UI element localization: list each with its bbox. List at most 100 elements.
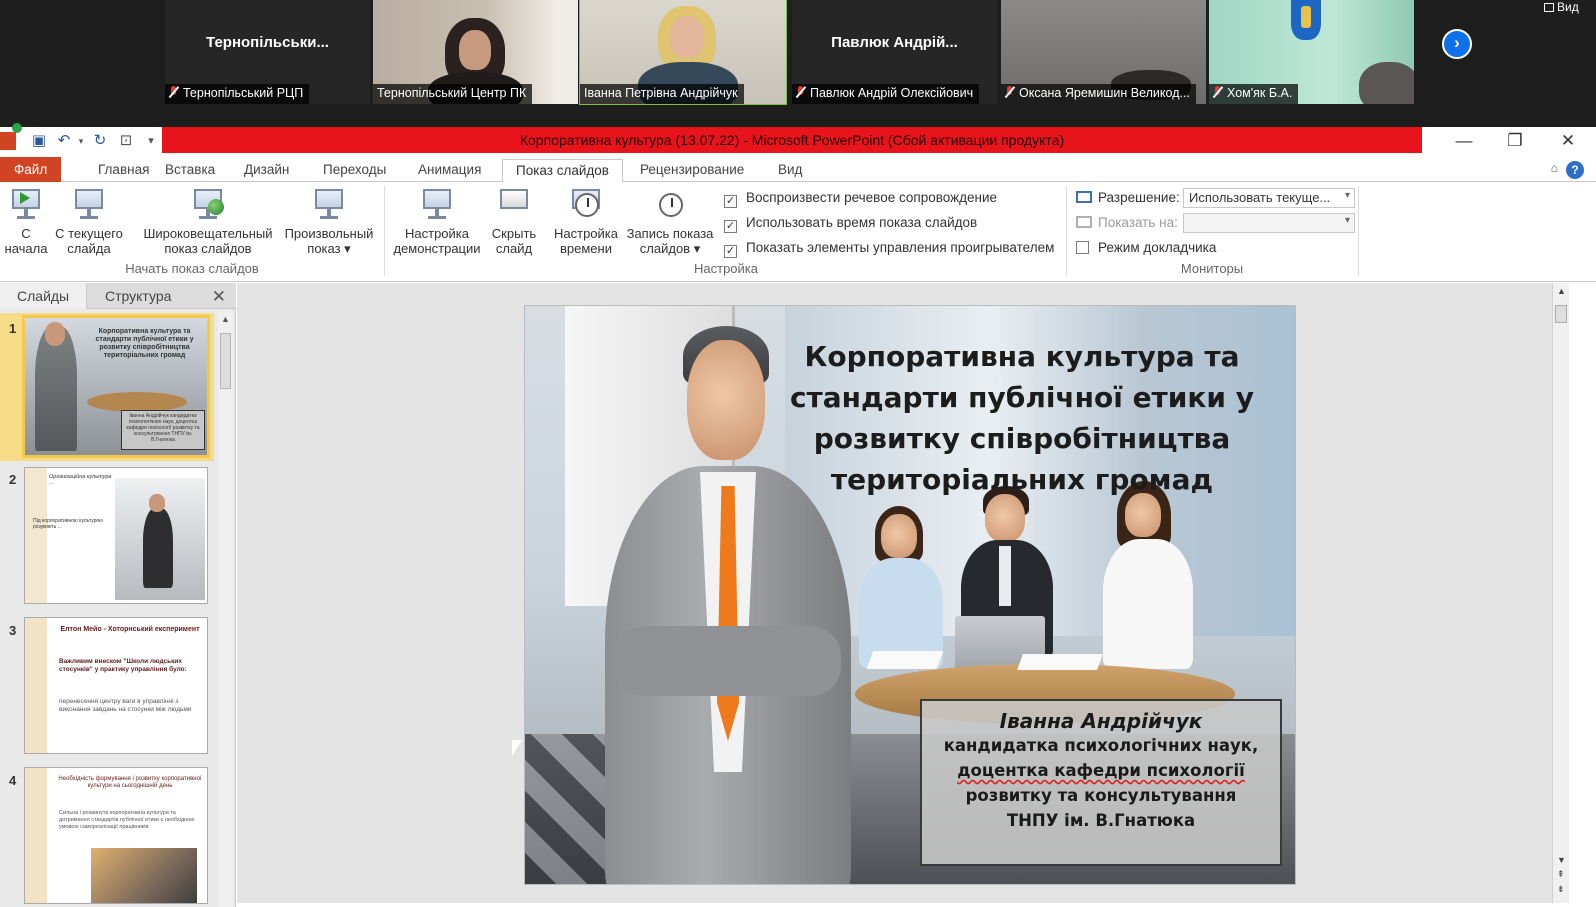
author-line: ТНПУ ім. В.Гнатюка — [1006, 811, 1196, 830]
customize-toolbar-icon[interactable]: ▾ — [142, 132, 160, 150]
show-media-controls-checkbox[interactable]: ✓ Показать элементы управления проигрыват… — [724, 240, 1054, 258]
use-timings-checkbox[interactable]: ✓ Использовать время показа слайдов — [724, 215, 977, 233]
participant-caption: Павлюк Андрій Олексійович — [792, 84, 980, 104]
checkbox-checked-icon: ✓ — [724, 220, 737, 233]
minimize-ribbon-icon[interactable]: ⌂ — [1551, 161, 1558, 175]
show-on-dropdown[interactable] — [1183, 213, 1355, 233]
slide-thumbnail-1[interactable]: Корпоративна культура та стандарти публі… — [22, 315, 210, 458]
thumb-bullet: перенесення центру ваги в управлінні з в… — [59, 698, 192, 713]
thumb-bullet: Важливим внеском "Школи людських стосунк… — [59, 658, 187, 673]
current-slide[interactable]: Корпоративна культура та стандарти публі… — [524, 305, 1296, 885]
tab-review[interactable]: Рецензирование — [627, 159, 757, 182]
slideshow-play-icon — [9, 187, 43, 221]
close-panel-icon[interactable]: ✕ — [212, 287, 226, 307]
tab-slideshow[interactable]: Показ слайдов — [502, 159, 623, 183]
shield-icon — [12, 123, 22, 133]
slide-thumbnail-2[interactable]: Організаційна культура ... Під корпорати… — [24, 467, 208, 604]
participant-tile-active[interactable]: Іванна Петрівна Андрійчук — [579, 0, 787, 105]
slide-thumbnail-4[interactable]: Необхідність формування і розвитку корпо… — [24, 767, 208, 904]
checkbox-checked-icon: ✓ — [724, 195, 737, 208]
group-separator — [1358, 186, 1359, 276]
from-current-slide-button[interactable]: С текущего слайда — [52, 187, 126, 256]
participant-name: Павлюк Андрій... — [831, 34, 958, 51]
slide-vertical-scrollbar[interactable]: ▲ ▼ ⇞ ⇟ — [1552, 283, 1569, 903]
tab-insert[interactable]: Вставка — [152, 159, 228, 182]
scroll-up-icon[interactable]: ▲ — [221, 314, 230, 324]
participant-tile[interactable]: Тернопільськи... Тернопільський РЦП — [165, 0, 370, 104]
participant-tile[interactable]: Тернопільський Центр ПК — [373, 0, 578, 104]
help-icon[interactable]: ? — [1566, 161, 1584, 179]
muted-mic-icon — [169, 86, 178, 98]
slide-number: 1 — [9, 321, 17, 336]
checkbox-unchecked-icon — [1076, 241, 1089, 254]
participant-tile[interactable]: Оксана Яремишин Великод... — [1001, 0, 1206, 104]
group-label-start: Начать показ слайдов — [125, 261, 259, 276]
participant-tile[interactable]: Павлюк Андрій... Павлюк Андрій Олексійов… — [792, 0, 997, 104]
restore-button[interactable]: ❐ — [1495, 129, 1535, 153]
broadcast-slideshow-button[interactable]: Широковещательный показ слайдов — [138, 187, 278, 256]
scroll-down-icon[interactable]: ▼ — [1557, 855, 1566, 865]
participant-caption: Тернопільський РЦП — [165, 84, 310, 104]
play-narrations-checkbox[interactable]: ✓ Воспроизвести речевое сопровождение — [724, 190, 997, 208]
thumb-title: Корпоративна культура та стандарти публі… — [95, 328, 194, 359]
thumbnails-scrollbar[interactable]: ▲ — [218, 311, 233, 907]
muted-mic-icon — [1213, 86, 1222, 98]
thumb-title: Елтон Мейо - Хоторнський експеримент — [60, 626, 200, 633]
window-title: Корпоративна культура (13.07.22) - Micro… — [162, 127, 1422, 153]
resolution-dropdown[interactable]: Использовать текуще... — [1183, 188, 1355, 208]
tab-file[interactable]: Файл — [0, 157, 62, 182]
redo-icon[interactable]: ↻ — [91, 132, 109, 150]
group-separator — [384, 186, 385, 276]
broadcast-globe-icon — [191, 187, 225, 221]
rehearse-timings-icon — [569, 187, 603, 221]
thumb-title: Організаційна культура ... — [49, 474, 112, 486]
tab-design[interactable]: Дизайн — [231, 159, 302, 182]
undo-dropdown-icon[interactable]: ▾ — [72, 132, 90, 150]
slide-title[interactable]: Корпоративна культура та стандарти публі… — [787, 336, 1257, 500]
slide-number: 3 — [9, 623, 17, 638]
close-button[interactable]: ✕ — [1548, 129, 1588, 153]
author-line: кандидатка психологічних наук, — [943, 736, 1259, 755]
tab-home[interactable]: Главная — [85, 159, 162, 182]
previous-slide-icon[interactable]: ⇞ — [1557, 869, 1565, 880]
presenter-view-checkbox[interactable]: Режим докладчика — [1076, 240, 1216, 255]
scrollbar-thumb[interactable] — [220, 333, 231, 389]
scrollbar-thumb[interactable] — [1555, 305, 1567, 323]
undo-icon[interactable]: ↶ — [55, 132, 73, 150]
save-icon[interactable]: ▣ — [30, 132, 48, 150]
video-strip: Тернопільськи... Тернопільський РЦП Терн… — [0, 0, 1596, 127]
tab-outline[interactable]: Структура — [88, 283, 188, 309]
tab-animation[interactable]: Анимация — [405, 159, 494, 182]
next-slide-icon[interactable]: ⇟ — [1557, 884, 1565, 895]
slideshow-start-icon[interactable]: ⊡ — [117, 132, 135, 150]
tab-slides[interactable]: Слайды — [0, 283, 88, 309]
tab-transitions[interactable]: Переходы — [310, 159, 399, 182]
participant-name: Тернопільськи... — [206, 34, 329, 51]
participant-tile[interactable]: Хом'як Б.А. — [1209, 0, 1414, 104]
view-button[interactable]: Вид — [1544, 0, 1579, 14]
monitor-icon — [1076, 216, 1092, 228]
from-start-button[interactable]: С начала — [4, 187, 48, 256]
participant-caption: Хом'як Б.А. — [1209, 84, 1299, 104]
thumb-body: Під корпоративною культурою розуміють ..… — [33, 518, 104, 530]
slides-panel-tabs: Слайды Структура ✕ — [0, 283, 236, 309]
slide-number: 2 — [9, 472, 17, 487]
slide-thumbnail-3[interactable]: Елтон Мейо - Хоторнський експеримент Важ… — [24, 617, 208, 754]
minimize-button[interactable]: — — [1444, 129, 1484, 153]
chevron-right-icon[interactable]: › — [1442, 29, 1472, 59]
slides-panel: Слайды Структура ✕ 1 Корпоративна культу… — [0, 283, 236, 907]
rehearse-timings-button[interactable]: Настройка времени — [551, 187, 621, 256]
hide-slide-button[interactable]: Скрыть слайд — [489, 187, 539, 256]
setup-slideshow-button[interactable]: Настройка демонстрации — [388, 187, 486, 256]
document-paper — [1017, 654, 1103, 670]
author-line: доцентка кафедри психології — [957, 761, 1245, 780]
author-line: розвитку та консультування — [965, 786, 1237, 805]
tab-view[interactable]: Вид — [765, 159, 815, 182]
author-textbox[interactable]: Іванна Андрійчук кандидатка психологічни… — [920, 699, 1282, 866]
custom-slideshow-button[interactable]: Произвольный показ ▾ — [280, 187, 378, 256]
grid-view-icon — [1544, 3, 1554, 12]
scroll-up-icon[interactable]: ▲ — [1557, 286, 1566, 296]
record-slideshow-button[interactable]: Запись показа слайдов ▾ — [624, 187, 716, 256]
ribbon: С начала С текущего слайда Широковещател… — [0, 182, 1596, 282]
author-name: Іванна Андрійчук — [999, 709, 1203, 733]
